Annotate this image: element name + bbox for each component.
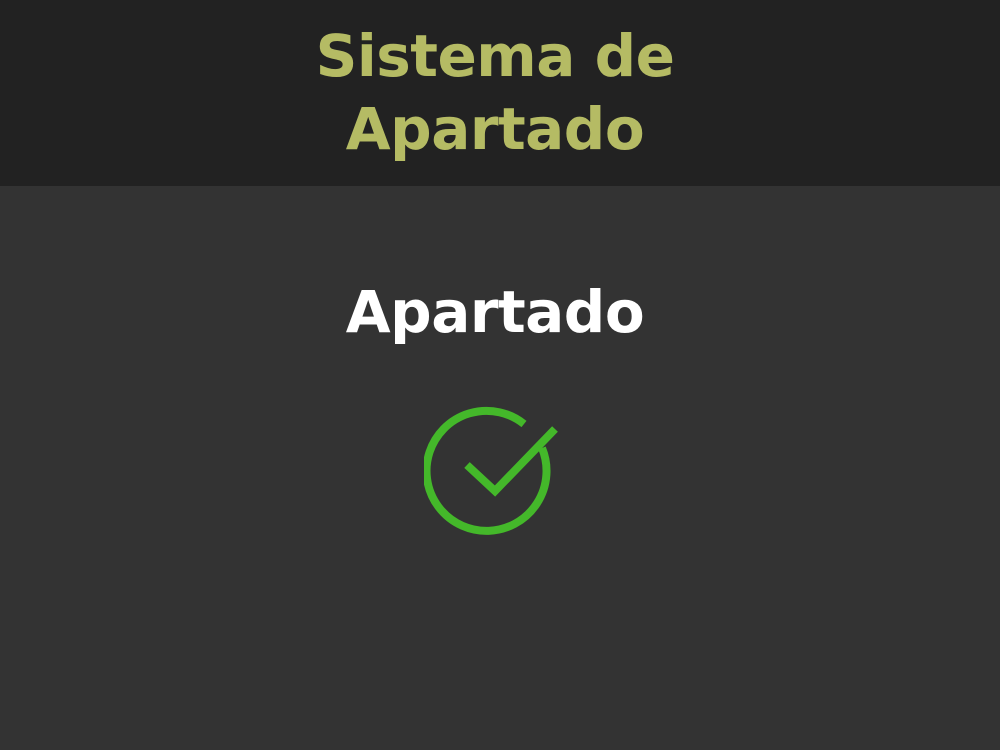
check-circle-icon: [424, 406, 558, 535]
check-circle-ring: [424, 406, 551, 535]
app-title-line-1: Sistema de: [315, 22, 675, 90]
app-title-line-2: Apartado: [345, 95, 645, 163]
status-title-text: Apartado: [345, 278, 645, 346]
main-content: Apartado: [0, 186, 1000, 750]
status-title: Apartado: [0, 274, 1000, 350]
header: Sistema de Apartado: [0, 0, 1000, 186]
app-title: Sistema de Apartado: [0, 20, 1000, 166]
